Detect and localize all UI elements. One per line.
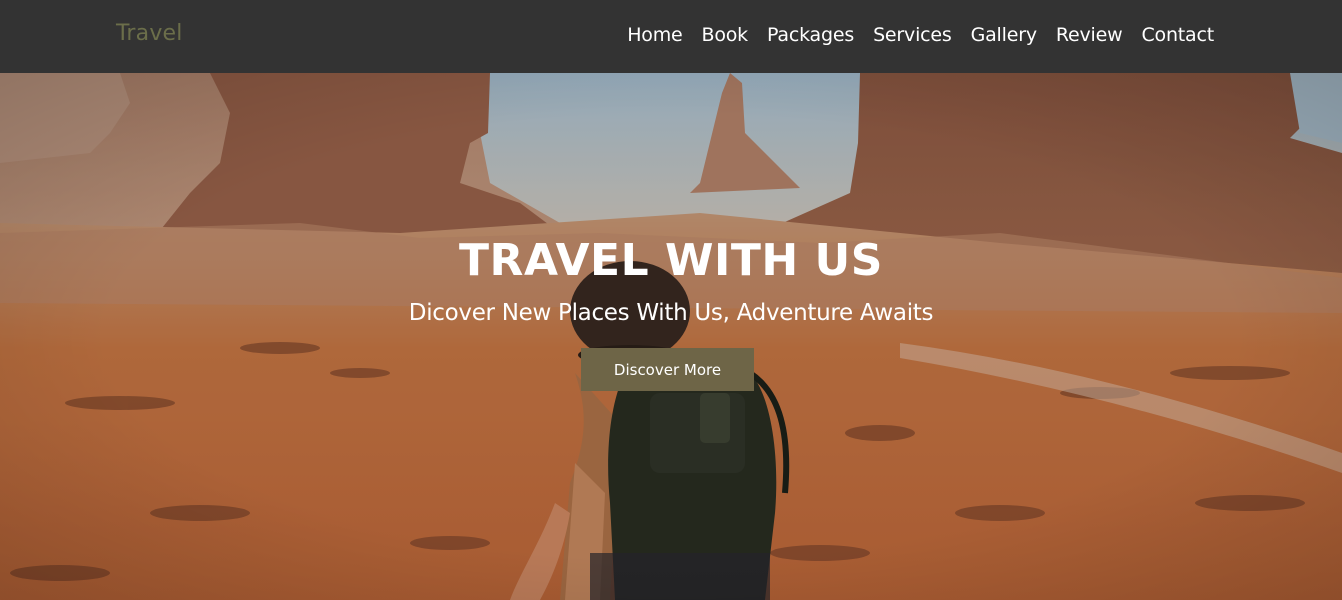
nav-item-book[interactable]: Book [702,24,749,46]
nav-item-review[interactable]: Review [1056,24,1123,46]
hero-subtitle: Dicover New Places With Us, Adventure Aw… [408,300,934,326]
nav-item-contact[interactable]: Contact [1141,24,1214,46]
hero-background-image [0,73,1342,600]
hero-section: TRAVEL WITH US Dicover New Places With U… [0,73,1342,600]
nav-item-home[interactable]: Home [627,24,683,46]
site-header: Travel Home Book Packages Services Galle… [0,0,1342,73]
nav-item-gallery[interactable]: Gallery [971,24,1037,46]
discover-more-button[interactable]: Discover More [581,348,754,391]
main-nav: Home Book Packages Services Gallery Revi… [608,24,1214,46]
nav-item-packages[interactable]: Packages [767,24,854,46]
brand-logo[interactable]: Travel [116,21,183,46]
nav-item-services[interactable]: Services [873,24,952,46]
hero-title: TRAVEL WITH US [459,235,883,286]
